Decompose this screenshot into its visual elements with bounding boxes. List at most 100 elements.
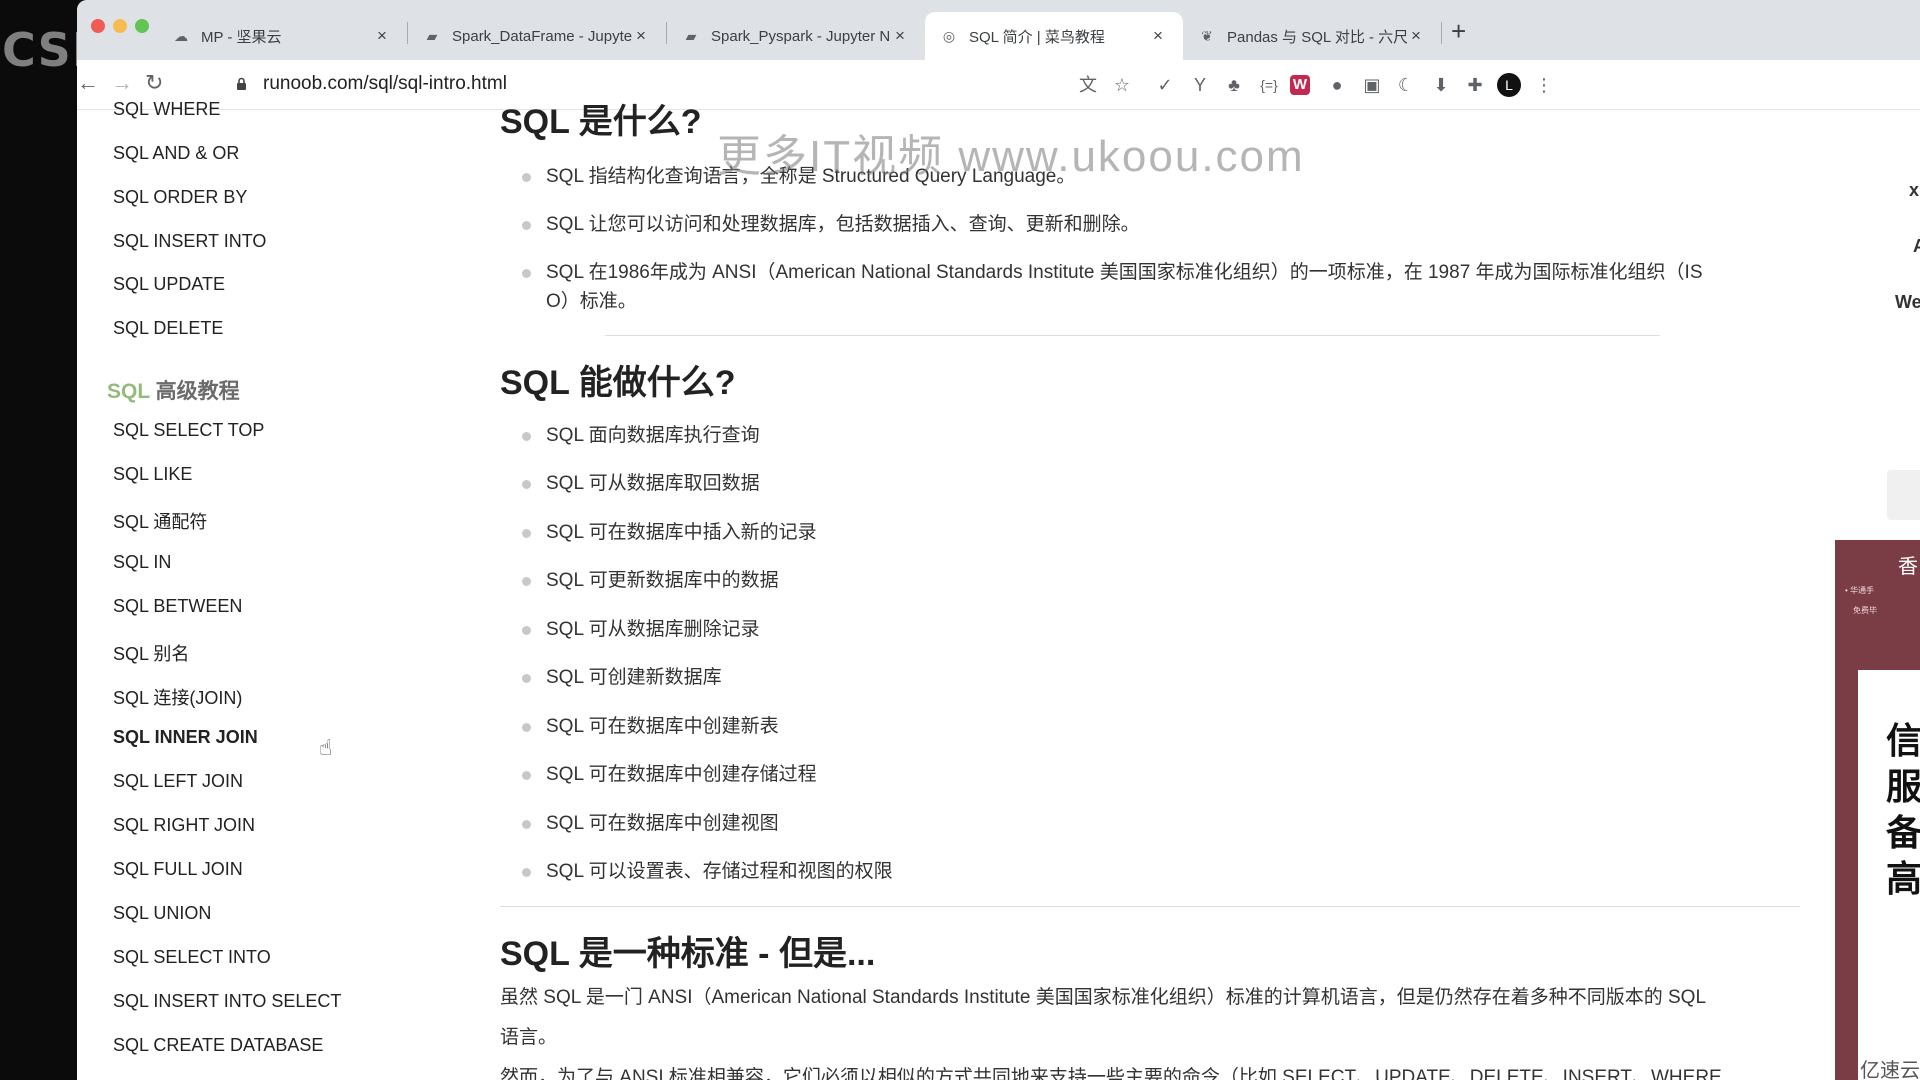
sidebar-item-sql-wildcards[interactable]: SQL 通配符	[113, 508, 207, 534]
tab-bar: ☁ MP - 坚果云 × ▰ Spark_DataFrame - Jupyter…	[77, 0, 1920, 60]
download-extension-icon[interactable]: ⬇	[1428, 72, 1454, 98]
bullet-dot	[522, 626, 531, 635]
pandas-site-icon: ❦	[1201, 28, 1213, 44]
v-extension-icon[interactable]: Y	[1187, 72, 1213, 98]
list-item: SQL 可创建新数据库	[546, 667, 722, 688]
address-bar[interactable]: runoob.com/sql/sql-intro.html	[263, 73, 507, 95]
sidebar-item-sql-full-join[interactable]: SQL FULL JOIN	[113, 859, 243, 880]
sidebar-item-sql-left-join[interactable]: SQL LEFT JOIN	[113, 771, 243, 792]
sidebar-item-sql-order-by[interactable]: SQL ORDER BY	[113, 187, 247, 208]
bullet-dot	[522, 723, 531, 732]
tab-spark-pyspark[interactable]: ▰ Spark_Pyspark - Jupyter Note ×	[667, 12, 925, 60]
minimize-window-button[interactable]	[113, 19, 127, 33]
sidebar-item-sql-delete[interactable]: SQL DELETE	[113, 318, 223, 339]
bullet-dot	[522, 868, 531, 877]
translate-icon[interactable]: 文	[1075, 72, 1101, 98]
sidebar-item-sql-and-or[interactable]: SQL AND & OR	[113, 143, 239, 164]
jupyter-book-icon: ▰	[685, 28, 697, 44]
jupyter-book-icon: ▰	[426, 28, 438, 44]
sidebar-item-sql-in[interactable]: SQL IN	[113, 552, 171, 573]
close-tab-icon[interactable]: ×	[891, 26, 909, 46]
w-extension-icon[interactable]: W	[1290, 75, 1310, 95]
tab-title: Spark_Pyspark - Jupyter Note	[711, 27, 891, 45]
bullet-dot	[522, 480, 531, 489]
list-item: SQL 让您可以访问和处理数据库，包括数据插入、查询、更新和删除。	[546, 214, 1140, 235]
divider	[500, 906, 1800, 907]
new-tab-button[interactable]: +	[1451, 16, 1466, 47]
bullet-dot	[522, 771, 531, 780]
ad-bottom-text: 亿速云	[1860, 1060, 1920, 1080]
sidebar-item-sql-between[interactable]: SQL BETWEEN	[113, 596, 242, 617]
sidebar-item-sql-union[interactable]: SQL UNION	[113, 903, 211, 924]
sidebar-item-sql-join[interactable]: SQL 连接(JOIN)	[113, 684, 242, 710]
tab-pandas-sql[interactable]: ❦ Pandas 与 SQL 对比 - 六尺巷人 ×	[1183, 12, 1441, 60]
sidebar-item-sql-select-top[interactable]: SQL SELECT TOP	[113, 420, 264, 441]
tab-title: SQL 简介 | 菜鸟教程	[969, 28, 1105, 46]
bookmark-star-icon[interactable]: ☆	[1109, 72, 1135, 98]
tab-sql-intro[interactable]: ◎ SQL 简介 | 菜鸟教程 ×	[925, 12, 1183, 60]
tab-title: MP - 坚果云	[201, 28, 282, 46]
tree-extension-icon[interactable]: ♣	[1221, 72, 1247, 98]
sidebar-item-sql-alias[interactable]: SQL 别名	[113, 640, 189, 666]
list-item: SQL 可从数据库取回数据	[546, 473, 760, 494]
sidebar-item-sql-create-database[interactable]: SQL CREATE DATABASE	[113, 1035, 323, 1056]
sidebar-item-sql-where[interactable]: SQL WHERE	[113, 99, 220, 120]
bullet-dot	[522, 432, 531, 441]
close-tab-icon[interactable]: ×	[1407, 26, 1425, 46]
bullet-dot	[522, 529, 531, 538]
sidebar-item-sql-update[interactable]: SQL UPDATE	[113, 274, 225, 295]
section-heading-sql-standard: SQL 是一种标准 - 但是...	[500, 935, 876, 973]
bullet-dot	[522, 269, 531, 278]
tab-spark-dataframe[interactable]: ▰ Spark_DataFrame - Jupyter Note ×	[408, 12, 666, 60]
section-heading-what-can-sql-do: SQL 能做什么?	[500, 364, 736, 402]
close-tab-icon[interactable]: ×	[373, 26, 391, 46]
video-watermark: 更多IT视频 www.ukoou.com	[717, 132, 1305, 181]
ad-big-char: 备	[1886, 812, 1920, 853]
tab-title: Spark_DataFrame - Jupyter Note	[452, 27, 632, 45]
code-extension-icon[interactable]: {=}	[1256, 72, 1282, 98]
reload-icon[interactable]: ↻	[145, 70, 163, 96]
list-item: SQL 可在数据库中插入新的记录	[546, 522, 817, 543]
sidebar-item-sql-select-into[interactable]: SQL SELECT INTO	[113, 947, 271, 968]
sidebar-item-sql-like[interactable]: SQL LIKE	[113, 464, 192, 485]
close-tab-icon[interactable]: ×	[632, 26, 650, 46]
dark-mode-icon[interactable]: ☾	[1393, 72, 1419, 98]
profile-avatar[interactable]: L	[1497, 73, 1521, 97]
ad-big-char: 高	[1886, 858, 1920, 899]
sidebar-section-heading: SQL 高级教程	[107, 375, 240, 405]
puzzle-extensions-icon[interactable]: ✚	[1462, 72, 1488, 98]
ad-small-line: • 华通手	[1845, 586, 1875, 595]
close-tab-icon[interactable]: ×	[1149, 26, 1167, 46]
divider	[605, 335, 1660, 336]
edge-letter: A	[1913, 236, 1920, 256]
back-icon[interactable]: ←	[77, 70, 99, 96]
list-item: SQL 可在数据库中创建新表	[546, 716, 779, 737]
section-heading-what-is-sql: SQL 是什么?	[500, 103, 702, 141]
check-extension-icon[interactable]: ✓	[1152, 72, 1178, 98]
browser-toolbar: ← → ↻ runoob.com/sql/sql-intro.html 文 ☆ …	[77, 60, 1920, 110]
bullet-dot	[522, 577, 531, 586]
paragraph-line: 语言。	[500, 1027, 558, 1048]
close-window-button[interactable]	[91, 19, 105, 33]
list-item: SQL 面向数据库执行查询	[546, 425, 760, 446]
sidebar-item-sql-inner-join[interactable]: SQL INNER JOIN	[113, 727, 258, 748]
tab-jianguoyun[interactable]: ☁ MP - 坚果云 ×	[157, 12, 407, 60]
lock-extension-icon[interactable]: ▣	[1359, 72, 1385, 98]
sidebar-item-sql-insert-into-select[interactable]: SQL INSERT INTO SELECT	[113, 991, 341, 1012]
ad-title-char: 香	[1898, 556, 1918, 578]
browser-menu-icon[interactable]: ⋮	[1531, 72, 1557, 98]
ad-big-char: 信	[1886, 720, 1920, 761]
bullet-dot	[522, 221, 531, 230]
sidebar-item-sql-insert-into[interactable]: SQL INSERT INTO	[113, 231, 266, 252]
ad-small-line: 免费毕	[1853, 606, 1877, 615]
zoom-window-button[interactable]	[135, 19, 149, 33]
tab-title: Pandas 与 SQL 对比 - 六尺巷人	[1227, 28, 1407, 46]
sidebar-nav: SQL WHERE SQL AND & OR SQL ORDER BY SQL …	[77, 99, 407, 1080]
paragraph-line: 然而，为了与 ANSI 标准相兼容，它们必须以相似的方式共同地来支持一些主要的命…	[500, 1067, 1722, 1080]
sidebar-item-sql-right-join[interactable]: SQL RIGHT JOIN	[113, 815, 255, 836]
edge-close-glyph[interactable]: x	[1909, 180, 1919, 201]
floating-panel	[1887, 470, 1920, 520]
shield-extension-icon[interactable]: ●	[1324, 72, 1350, 98]
forward-icon[interactable]: →	[111, 70, 133, 96]
heading-sql-part: SQL	[107, 380, 150, 403]
